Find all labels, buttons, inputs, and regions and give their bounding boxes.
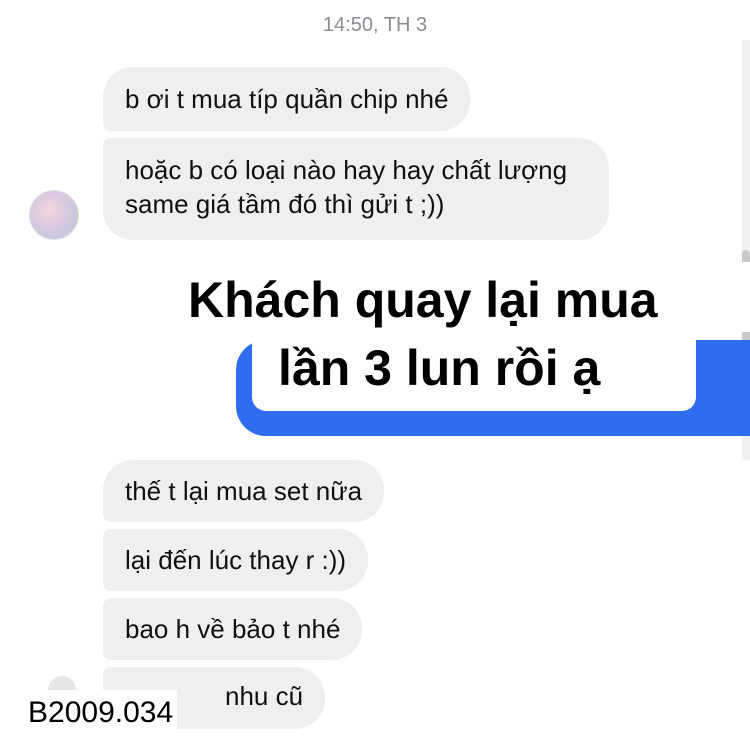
watermark-code: B2009.034 — [24, 690, 178, 736]
overlay-caption-line-1: Khách quay lại mua — [188, 272, 658, 328]
overlay-caption-line-2: lần 3 lun rồi ạ — [278, 340, 601, 396]
message-bubble[interactable]: thế t lại mua set nữa — [103, 460, 385, 522]
message-bubble[interactable]: bao h về bảo t nhé — [103, 598, 363, 660]
message-text: nhu cũ — [225, 681, 304, 711]
timestamp: 14:50, TH 3 — [322, 14, 428, 36]
message-bubble[interactable]: b ơi t mua típ quần chip nhé — [103, 67, 471, 131]
message-bubble[interactable]: hoặc b có loại nào hay hay chất lượng sa… — [103, 138, 609, 240]
message-bubble[interactable]: lại đến lúc thay r :)) — [103, 529, 369, 591]
avatar[interactable] — [29, 190, 79, 240]
